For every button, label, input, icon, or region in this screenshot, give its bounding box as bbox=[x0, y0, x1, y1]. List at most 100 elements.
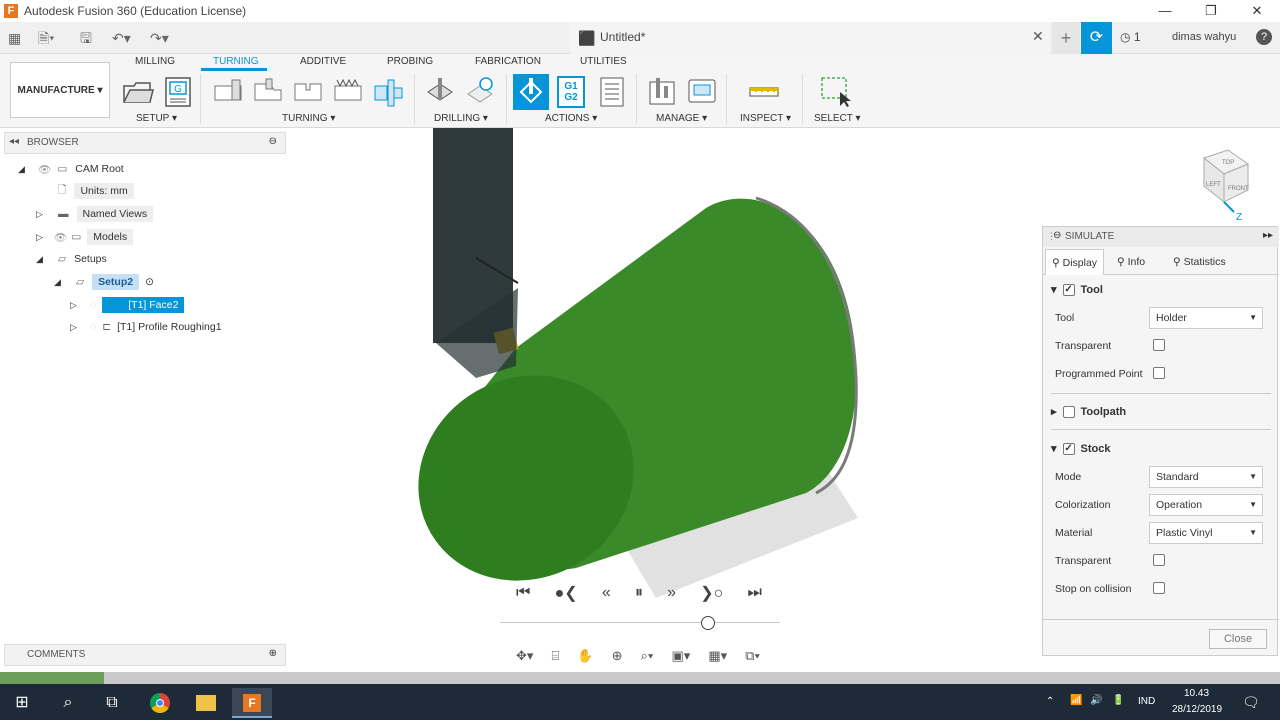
toolpath-section-header[interactable]: ▸ Toolpath bbox=[1051, 405, 1126, 418]
file-menu-icon[interactable]: 🗎▾ bbox=[38, 28, 54, 48]
go-to-start-icon[interactable]: ⏮ bbox=[516, 584, 530, 602]
task-view-icon[interactable]: ⧉ bbox=[92, 688, 132, 718]
tab-turning[interactable]: TURNING bbox=[213, 56, 259, 67]
tree-node-face2[interactable]: ▷ ◌ [T1] Face2 bbox=[70, 295, 185, 315]
eye-icon[interactable]: 👁 bbox=[38, 163, 51, 176]
tool-checkbox[interactable]: ✓ bbox=[1062, 283, 1075, 296]
group-drilling[interactable]: DRILLING ▾ bbox=[434, 113, 488, 124]
group-inspect[interactable]: INSPECT ▾ bbox=[740, 113, 791, 124]
expand-icon[interactable]: ◢ bbox=[18, 164, 28, 174]
tab-probing[interactable]: PROBING bbox=[387, 56, 433, 67]
sync-icon[interactable]: ⟳ bbox=[1081, 22, 1112, 54]
tree-node-profile-roughing1[interactable]: ▷ ◌ ⊏ [T1] Profile Roughing1 bbox=[70, 317, 222, 337]
stock-section-header[interactable]: ▾ ✓ Stock bbox=[1051, 442, 1111, 455]
expand-icon[interactable]: ◢ bbox=[36, 254, 46, 264]
save-icon[interactable]: 🖫 bbox=[80, 28, 92, 48]
orbit-icon[interactable]: ✥▾ bbox=[516, 648, 533, 664]
nc-program-icon[interactable]: G bbox=[162, 76, 194, 108]
tool-library-icon[interactable] bbox=[646, 76, 678, 108]
expand-icon[interactable]: ▷ bbox=[70, 300, 80, 310]
expand-icon[interactable]: ▷ bbox=[36, 232, 46, 242]
windows-start-icon[interactable]: ⊞ bbox=[2, 688, 42, 718]
group-turning[interactable]: TURNING ▾ bbox=[282, 113, 335, 124]
expand-icon[interactable]: ▷ bbox=[36, 209, 46, 219]
eye-hidden-icon[interactable]: ◌ bbox=[90, 321, 96, 333]
simulate-header[interactable]: ⋮ ⊖ SIMULATE ▸▸ bbox=[1043, 227, 1279, 247]
user-name[interactable]: dimas wahyu bbox=[1172, 31, 1236, 43]
simulate-button[interactable] bbox=[513, 74, 549, 110]
drill-icon[interactable] bbox=[424, 76, 456, 108]
simulation-slider-knob[interactable] bbox=[701, 616, 715, 630]
pan-icon[interactable]: ✋ bbox=[577, 648, 593, 664]
tree-node-named-views[interactable]: ▷ ▬ Named Views bbox=[36, 204, 154, 224]
turning-part-icon[interactable] bbox=[372, 76, 404, 108]
expand-icon[interactable]: ◢ bbox=[54, 277, 64, 287]
post-process-icon[interactable]: G1 G2 bbox=[557, 76, 585, 108]
toolpath-checkbox[interactable] bbox=[1062, 405, 1075, 418]
workspace-switcher[interactable]: MANUFACTURE ▾ bbox=[10, 62, 110, 118]
tab-additive[interactable]: ADDITIVE bbox=[300, 56, 346, 67]
drill-tool-icon[interactable] bbox=[464, 76, 496, 108]
programmed-point-checkbox[interactable] bbox=[1153, 367, 1165, 379]
close-window-button[interactable]: ✕ bbox=[1234, 0, 1280, 22]
group-setup[interactable]: SETUP ▾ bbox=[136, 113, 177, 124]
language-indicator[interactable]: IND bbox=[1138, 696, 1155, 707]
file-explorer-icon[interactable] bbox=[186, 688, 226, 718]
turning-profile-icon[interactable] bbox=[252, 76, 284, 108]
look-at-icon[interactable]: ⌸ bbox=[552, 648, 560, 664]
turning-thread-icon[interactable] bbox=[332, 76, 364, 108]
close-button[interactable]: Close bbox=[1209, 629, 1267, 649]
battery-icon[interactable]: 🔋 bbox=[1112, 695, 1124, 706]
mode-dropdown[interactable]: Standard ▼ bbox=[1149, 466, 1263, 488]
pause-icon[interactable]: ⏸ bbox=[635, 584, 643, 602]
display-settings-icon[interactable]: ▣▾ bbox=[671, 648, 690, 664]
eye-hidden-icon[interactable]: ◌ bbox=[90, 299, 96, 311]
measure-icon[interactable] bbox=[748, 76, 780, 108]
transparent-checkbox[interactable] bbox=[1153, 339, 1165, 351]
browser-panel-header[interactable]: ◂◂ BROWSER ⊖ bbox=[4, 132, 286, 154]
chrome-icon[interactable] bbox=[140, 688, 180, 718]
tab-milling[interactable]: MILLING bbox=[135, 56, 175, 67]
minimize-panel-icon[interactable]: ⊖ bbox=[1053, 230, 1061, 241]
stock-transparent-checkbox[interactable] bbox=[1153, 554, 1165, 566]
expand-icon[interactable]: ▸ bbox=[1051, 405, 1057, 418]
search-icon[interactable]: ⌕ bbox=[48, 688, 88, 718]
new-setup-folder-icon[interactable] bbox=[122, 76, 154, 108]
active-setup-icon[interactable]: ⊙ bbox=[145, 276, 154, 288]
undo-icon[interactable]: ↶▾ bbox=[112, 28, 131, 48]
viewcube[interactable]: TOP LEFT FRONT Z bbox=[1202, 149, 1250, 223]
clock-time[interactable]: 10.43 bbox=[1184, 688, 1209, 699]
tree-node-setups[interactable]: ◢ ▱ Setups bbox=[36, 249, 107, 269]
comments-panel[interactable]: COMMENTS ⊕ bbox=[4, 644, 286, 666]
expand-panel-icon[interactable]: ▸▸ bbox=[1263, 230, 1273, 241]
tree-node-cam-root[interactable]: ◢ 👁 ▭ CAM Root bbox=[18, 159, 124, 179]
tree-node-models[interactable]: ▷ 👁 ▭ Models bbox=[36, 227, 134, 247]
group-select[interactable]: SELECT ▾ bbox=[814, 113, 861, 124]
eye-icon[interactable]: 👁 bbox=[54, 231, 67, 244]
collapse-icon[interactable]: ▾ bbox=[1051, 442, 1057, 455]
turning-face-icon[interactable] bbox=[212, 76, 244, 108]
setup-sheet-icon[interactable] bbox=[596, 76, 628, 108]
data-panel-grid-icon[interactable]: ▦ bbox=[8, 28, 21, 48]
tab-statistics[interactable]: ⚲ Statistics bbox=[1167, 249, 1232, 275]
go-to-end-icon[interactable]: ⏭ bbox=[748, 584, 762, 602]
collapse-panel-icon[interactable]: ◂◂ bbox=[9, 136, 19, 147]
tool-section-header[interactable]: ▾ ✓ Tool bbox=[1051, 283, 1103, 296]
group-actions[interactable]: ACTIONS ▾ bbox=[545, 113, 597, 124]
minimize-panel-icon[interactable]: ⊖ bbox=[269, 136, 277, 147]
step-back-icon[interactable]: ●❮ bbox=[555, 583, 578, 603]
add-comment-icon[interactable]: ⊕ bbox=[269, 648, 277, 659]
fusion-taskbar-icon[interactable]: F bbox=[232, 688, 272, 718]
tool-dropdown[interactable]: Holder ▼ bbox=[1149, 307, 1263, 329]
collapse-icon[interactable]: ▾ bbox=[1051, 283, 1057, 296]
fast-forward-icon[interactable]: » bbox=[667, 584, 676, 602]
job-status[interactable]: ◷ 1 bbox=[1120, 30, 1141, 44]
colorization-dropdown[interactable]: Operation ▼ bbox=[1149, 494, 1263, 516]
rewind-icon[interactable]: « bbox=[602, 584, 611, 602]
material-dropdown[interactable]: Plastic Vinyl ▼ bbox=[1149, 522, 1263, 544]
simulation-slider-track[interactable] bbox=[500, 622, 780, 623]
machine-library-icon[interactable] bbox=[686, 76, 718, 108]
notification-icon[interactable]: 🗨 bbox=[1242, 694, 1260, 711]
fit-icon[interactable]: ⌕▾ bbox=[641, 648, 654, 664]
volume-icon[interactable]: 🔊 bbox=[1090, 695, 1102, 706]
